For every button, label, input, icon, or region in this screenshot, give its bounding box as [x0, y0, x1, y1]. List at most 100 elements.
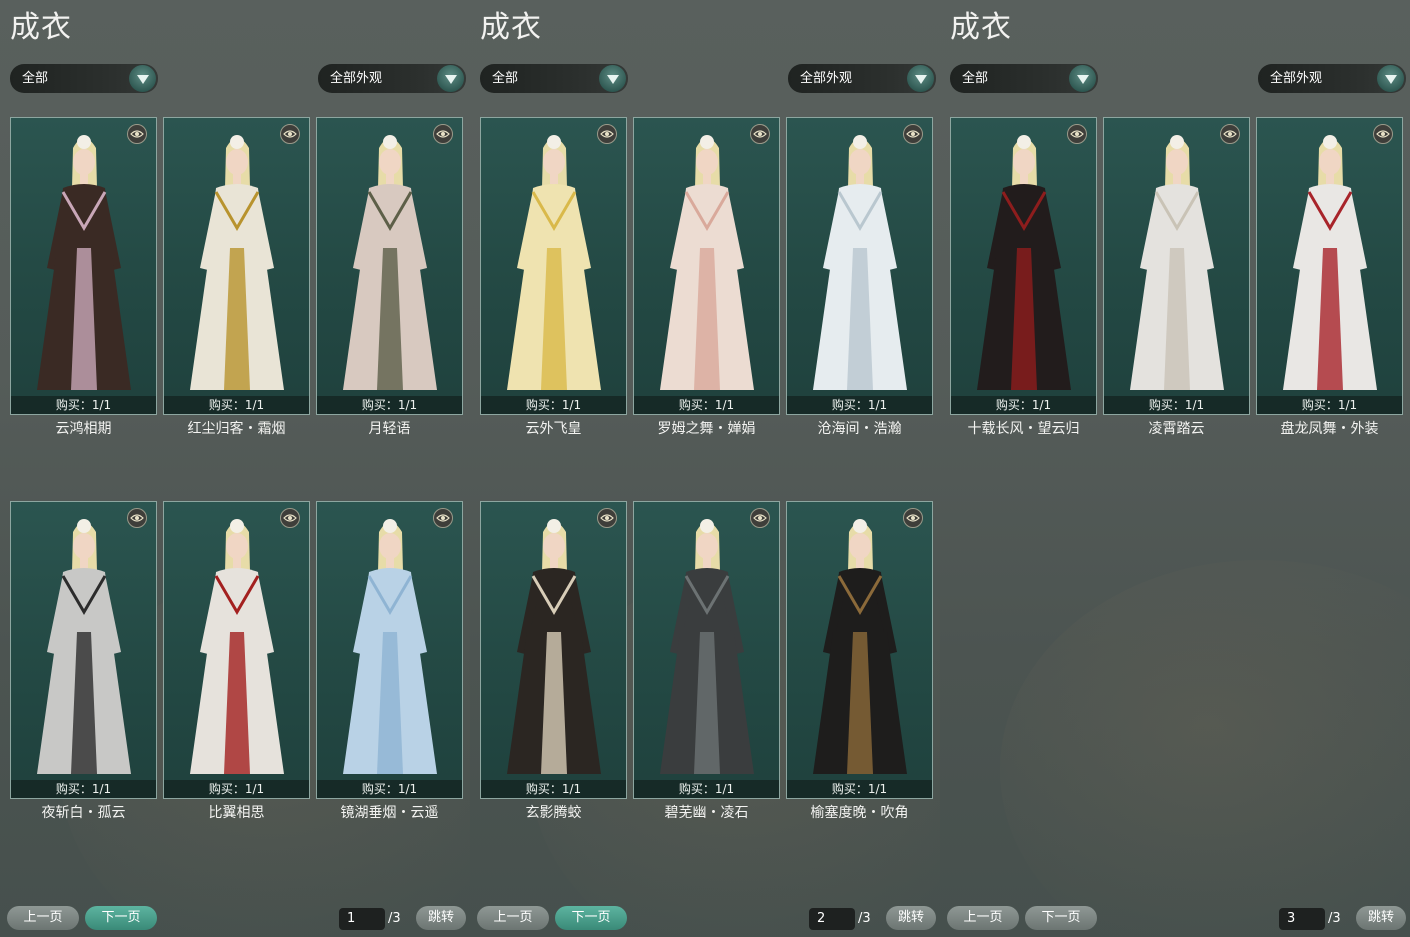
outfit-card[interactable]: 购买：1/1: [786, 501, 933, 799]
purchase-limit-label: 购买：1/1: [481, 396, 626, 414]
appearance-filter-dropdown[interactable]: 全部外观: [788, 64, 936, 93]
next-page-button[interactable]: 下一页: [555, 906, 627, 930]
category-filter-value: 全部: [22, 71, 49, 86]
outfit-card[interactable]: 购买：1/1: [163, 501, 310, 799]
outfit-preview-image: [1257, 128, 1402, 400]
outfit-name: 盘龙凤舞・外装: [1280, 421, 1379, 437]
outfit-name: 碧芜幽・凌石: [664, 805, 749, 821]
preview-eye-icon[interactable]: [750, 508, 770, 528]
preview-eye-icon[interactable]: [127, 508, 147, 528]
outfit-card[interactable]: 购买：1/1: [316, 117, 463, 415]
preview-eye-icon[interactable]: [1220, 124, 1240, 144]
page-total: /3: [1328, 911, 1341, 926]
outfit-preview-image: [787, 512, 932, 784]
purchase-limit-label: 购买：1/1: [634, 396, 779, 414]
preview-eye-icon[interactable]: [597, 508, 617, 528]
outfit-preview-image: [787, 128, 932, 400]
category-filter-dropdown[interactable]: 全部: [10, 64, 158, 93]
outfit-preview-image: [951, 128, 1096, 400]
page-number-input[interactable]: 3: [1279, 908, 1325, 930]
preview-eye-icon[interactable]: [1067, 124, 1087, 144]
page-number-input[interactable]: 1: [339, 908, 385, 930]
preview-eye-icon[interactable]: [1373, 124, 1393, 144]
outfit-card[interactable]: 购买：1/1: [480, 117, 627, 415]
purchase-limit-label: 购买：1/1: [1257, 396, 1402, 414]
outfit-card[interactable]: 购买：1/1: [10, 501, 157, 799]
outfit-card[interactable]: 购买：1/1: [1256, 117, 1403, 415]
page-number-input[interactable]: 2: [809, 908, 855, 930]
outfit-name: 凌霄踏云: [1148, 421, 1205, 437]
jump-button[interactable]: 跳转: [1356, 906, 1406, 930]
outfit-card[interactable]: 购买：1/1: [480, 501, 627, 799]
jump-button[interactable]: 跳转: [886, 906, 936, 930]
outfit-name: 榆塞度晚・吹角: [810, 805, 909, 821]
next-page-button[interactable]: 下一页: [1025, 906, 1097, 930]
outfit-name: 云鸿相期: [55, 421, 112, 437]
outfit-card[interactable]: 购买：1/1: [633, 117, 780, 415]
prev-page-button[interactable]: 上一页: [947, 906, 1019, 930]
category-filter-value: 全部: [962, 71, 989, 86]
chevron-down-icon[interactable]: [907, 65, 934, 92]
outfit-preview-image: [317, 128, 462, 400]
outfit-preview-image: [317, 512, 462, 784]
panel-title: 成衣: [10, 10, 72, 45]
outfit-card[interactable]: 购买：1/1: [316, 501, 463, 799]
preview-eye-icon[interactable]: [280, 508, 300, 528]
outfit-name: 玄影腾蛟: [525, 805, 582, 821]
purchase-limit-label: 购买：1/1: [11, 396, 156, 414]
outfit-preview-image: [634, 128, 779, 400]
outfit-panel-2: 成衣 全部 全部外观 购买：1/1 云外飞皇 购买：1/1 罗姆之舞・婵娟 购买…: [470, 0, 940, 937]
chevron-down-icon[interactable]: [437, 65, 464, 92]
purchase-limit-label: 购买：1/1: [317, 780, 462, 798]
outfit-name: 夜斩白・孤云: [41, 805, 126, 821]
next-page-button[interactable]: 下一页: [85, 906, 157, 930]
purchase-limit-label: 购买：1/1: [787, 396, 932, 414]
purchase-limit-label: 购买：1/1: [787, 780, 932, 798]
panel-title: 成衣: [480, 10, 542, 45]
page-total: /3: [388, 911, 401, 926]
purchase-limit-label: 购买：1/1: [11, 780, 156, 798]
chevron-down-icon[interactable]: [1069, 65, 1096, 92]
outfit-name: 沧海间・浩瀚: [817, 421, 902, 437]
purchase-limit-label: 购买：1/1: [1104, 396, 1249, 414]
outfit-card[interactable]: 购买：1/1: [163, 117, 310, 415]
preview-eye-icon[interactable]: [433, 508, 453, 528]
preview-eye-icon[interactable]: [750, 124, 770, 144]
prev-page-button[interactable]: 上一页: [7, 906, 79, 930]
chevron-down-icon[interactable]: [1377, 65, 1404, 92]
outfit-name: 镜湖垂烟・云遥: [340, 805, 439, 821]
preview-eye-icon[interactable]: [903, 508, 923, 528]
outfit-preview-image: [481, 512, 626, 784]
outfit-preview-image: [164, 512, 309, 784]
outfit-name: 十载长风・望云归: [967, 421, 1080, 437]
outfit-card[interactable]: 购买：1/1: [786, 117, 933, 415]
outfit-name: 月轻语: [368, 421, 411, 437]
category-filter-value: 全部: [492, 71, 519, 86]
preview-eye-icon[interactable]: [433, 124, 453, 144]
purchase-limit-label: 购买：1/1: [634, 780, 779, 798]
preview-eye-icon[interactable]: [597, 124, 617, 144]
outfit-preview-image: [1104, 128, 1249, 400]
outfit-card[interactable]: 购买：1/1: [633, 501, 780, 799]
outfit-card[interactable]: 购买：1/1: [1103, 117, 1250, 415]
panel-title: 成衣: [950, 10, 1012, 45]
outfit-name: 云外飞皇: [525, 421, 582, 437]
purchase-limit-label: 购买：1/1: [951, 396, 1096, 414]
outfit-card[interactable]: 购买：1/1: [10, 117, 157, 415]
preview-eye-icon[interactable]: [127, 124, 147, 144]
outfit-preview-image: [11, 128, 156, 400]
jump-button[interactable]: 跳转: [416, 906, 466, 930]
appearance-filter-dropdown[interactable]: 全部外观: [318, 64, 466, 93]
chevron-down-icon[interactable]: [599, 65, 626, 92]
preview-eye-icon[interactable]: [903, 124, 923, 144]
outfit-card[interactable]: 购买：1/1: [950, 117, 1097, 415]
preview-eye-icon[interactable]: [280, 124, 300, 144]
outfit-preview-image: [11, 512, 156, 784]
category-filter-dropdown[interactable]: 全部: [480, 64, 628, 93]
prev-page-button[interactable]: 上一页: [477, 906, 549, 930]
purchase-limit-label: 购买：1/1: [164, 780, 309, 798]
category-filter-dropdown[interactable]: 全部: [950, 64, 1098, 93]
outfit-preview-image: [481, 128, 626, 400]
chevron-down-icon[interactable]: [129, 65, 156, 92]
appearance-filter-dropdown[interactable]: 全部外观: [1258, 64, 1406, 93]
